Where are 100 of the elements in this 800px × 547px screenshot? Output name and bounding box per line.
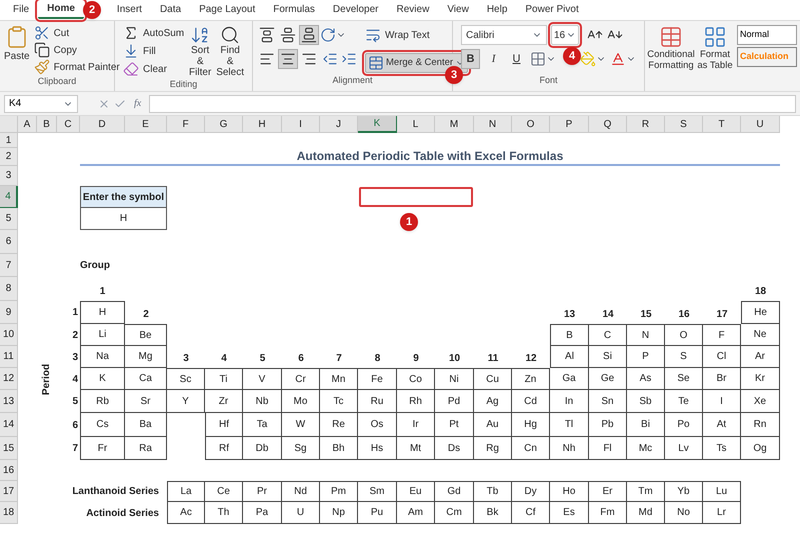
row-header[interactable]: 2 [0,148,18,166]
ribbon-tab[interactable]: Help [478,1,516,19]
ribbon-tab[interactable]: View [438,1,478,19]
formula-field[interactable] [149,94,796,112]
row-header[interactable]: 8 [0,277,18,301]
row-header[interactable]: 3 [0,166,18,186]
ribbon-tab[interactable]: Page Layout [190,1,264,19]
vertical-align-button[interactable] [278,25,298,45]
column-header[interactable]: M [435,116,474,133]
column-header[interactable]: A [18,116,37,133]
row-header[interactable]: 15 [0,437,18,460]
element-cell: Ce [205,481,243,502]
row-header[interactable]: 12 [0,368,18,390]
row-header[interactable]: 14 [0,413,18,437]
find-select-button[interactable]: Find & Select [216,25,244,78]
element-cell: P [627,346,665,368]
row-header[interactable]: 4 [0,186,18,208]
column-header[interactable]: T [703,116,741,133]
sort-filter-button[interactable]: Sort & Filter [188,25,212,78]
column-header[interactable]: F [167,116,205,133]
conditional-formatting-button[interactable]: Conditional Formatting [649,25,693,91]
row-header[interactable]: 17 [0,481,18,502]
wrap-text-button[interactable]: Wrap Text [365,25,430,45]
row-header[interactable]: 13 [0,390,18,413]
insert-function-button[interactable]: fx [130,96,146,111]
copy-button[interactable]: Copy [34,42,120,58]
fill-button[interactable]: Fill [123,43,184,59]
column-header[interactable]: K [358,116,397,133]
font-name-field[interactable]: Calibri [461,25,547,45]
column-header[interactable]: C [57,116,80,133]
vertical-align-button[interactable] [299,25,319,45]
selected-cell[interactable] [359,187,473,207]
autosum-button[interactable]: AutoSum [123,25,184,41]
column-header[interactable]: U [741,116,780,133]
fill-color-button[interactable] [580,51,606,67]
element-cell: Pt [435,413,474,437]
ribbon-tab[interactable]: Review [388,1,438,19]
format-button[interactable]: I [484,49,504,69]
row-header[interactable]: 6 [0,230,18,254]
vertical-align-button[interactable] [257,25,277,45]
element-cell: Lu [703,481,741,502]
row-header[interactable]: 16 [0,460,18,481]
row-header[interactable]: 11 [0,346,18,368]
column-header[interactable]: L [397,116,435,133]
row-header[interactable]: 18 [0,502,18,524]
format-button[interactable]: B [461,49,480,69]
format-as-table-button[interactable]: Format as Table [695,25,735,91]
element-cell: Dy [512,481,550,502]
row-header[interactable]: 1 [0,133,18,148]
column-header[interactable]: Q [589,116,627,133]
align-icon [280,27,296,43]
element-cell: Rn [741,413,780,437]
column-header[interactable]: R [627,116,665,133]
column-header[interactable]: I [282,116,320,133]
paste-button[interactable]: Paste [4,25,30,75]
element-cell: Zr [205,390,243,413]
borders-button[interactable] [530,51,556,67]
clear-button[interactable]: Clear [123,61,184,77]
row-header[interactable]: 5 [0,208,18,230]
ribbon-tab[interactable]: Formulas [264,1,324,19]
ribbon-tab[interactable]: Insert [108,1,151,19]
element-cell: K [80,368,125,390]
font-color-button[interactable] [610,51,636,67]
format-painter-button[interactable]: Format Painter [34,59,120,75]
column-header[interactable]: S [665,116,703,133]
row-header[interactable]: 10 [0,324,18,346]
ribbon-tab[interactable]: Data [150,1,190,19]
element-cell: Si [589,346,627,368]
format-button[interactable]: U [507,49,526,69]
column-header[interactable]: P [550,116,589,133]
element-cell: Rf [205,437,243,460]
ribbon-tab[interactable]: Home [38,1,84,19]
element-cell: H [80,301,125,324]
name-box[interactable]: K4 [4,94,78,112]
column-header[interactable]: O [512,116,550,133]
sort-icon [190,25,210,45]
ribbon-tab[interactable]: Developer [324,1,388,19]
cut-button[interactable]: Cut [34,25,120,41]
element-cell: Ts [703,437,741,460]
column-header[interactable]: N [474,116,512,133]
column-header[interactable]: H [243,116,282,133]
column-header[interactable]: J [320,116,358,133]
column-header[interactable]: D [80,116,125,133]
ribbon-tab[interactable]: Power Pivot [516,1,588,19]
row-header[interactable]: 9 [0,301,18,324]
element-cell: Bi [627,413,665,437]
horizontal-align-button[interactable] [278,49,298,69]
column-header[interactable]: G [205,116,243,133]
scissors-icon [34,25,50,41]
element-cell: Cf [512,502,550,524]
element-cell: Cu [474,368,512,390]
column-header[interactable]: B [37,116,57,133]
group-number: 10 [448,352,462,366]
ribbon-tab[interactable]: File [4,1,38,19]
font-size-field[interactable]: 16 [551,25,579,45]
cell-style[interactable]: Normal [737,25,797,45]
row-header[interactable]: 7 [0,254,18,277]
column-header[interactable]: E [125,116,167,133]
element-cell: Te [665,390,703,413]
element-cell: Kr [741,368,780,390]
